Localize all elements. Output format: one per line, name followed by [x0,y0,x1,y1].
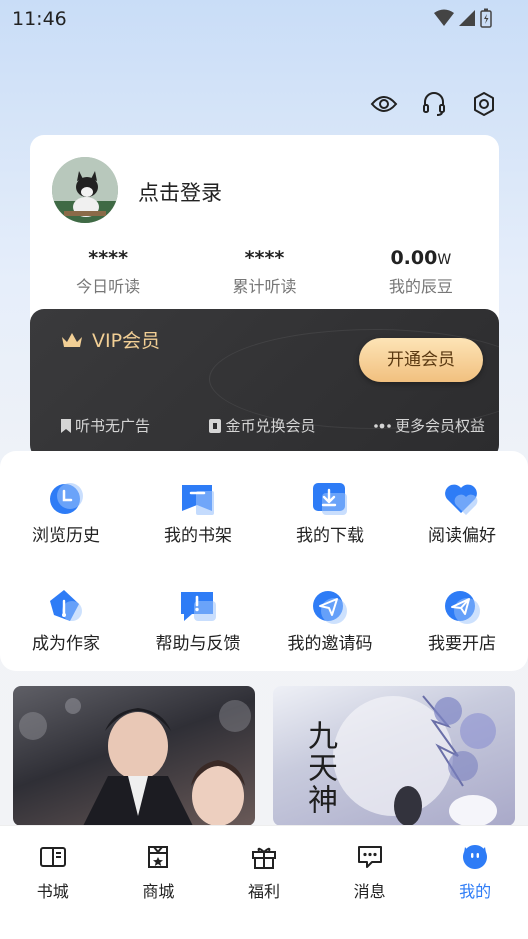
wifi-icon [434,9,454,26]
menu-item-preference[interactable]: 阅读偏好 [396,479,528,573]
feedback-icon [181,592,216,621]
perk-no-ads[interactable]: 听书无广告 [60,415,150,436]
tab-bookstore[interactable]: 书城 [0,826,106,939]
profile-face-icon [460,842,490,872]
menu-item-feedback[interactable]: 帮助与反馈 [132,587,264,681]
settings-icon[interactable] [470,90,498,118]
tab-label: 我的 [459,882,492,901]
menu-label: 浏览历史 [32,526,100,546]
signal-icon [459,10,475,26]
invite-code-icon [313,591,347,624]
history-clock-icon [50,483,83,514]
menu-label: 帮助与反馈 [155,634,241,654]
eye-icon[interactable] [370,90,398,118]
perk-label: 金币兑换会员 [225,417,316,435]
tab-mine[interactable]: 我的 [422,826,528,939]
stat-beans[interactable]: 0.00W 我的辰豆 [343,245,499,297]
stat-label: 累计听读 [232,277,297,296]
bookshelf-icon [182,485,214,515]
status-icons [434,8,492,28]
menu-item-download[interactable]: 我的下载 [264,479,396,573]
menu-label: 我的书架 [164,526,232,546]
vip-title: VIP会员 [60,326,160,353]
pen-nib-icon [50,590,82,621]
open-shop-icon [445,591,480,624]
perk-label: 听书无广告 [75,417,151,435]
profile-card: 点击登录 **** 今日听读 **** 累计听读 0.00W 我的辰豆 [30,135,499,335]
stat-label: 今日听读 [76,277,141,296]
message-icon [355,842,385,872]
banner-art [19,698,251,826]
tab-label: 消息 [353,882,386,901]
perk-label: 更多会员权益 [394,417,485,435]
tab-welfare[interactable]: 福利 [211,826,317,939]
menu-item-history[interactable]: 浏览历史 [0,479,132,573]
book-open-icon [38,842,68,872]
status-bar: 11:46 [0,0,528,36]
menu-item-invite-code[interactable]: 我的邀请码 [264,587,396,681]
vip-title-text: VIP会员 [92,330,161,352]
download-icon [313,483,347,515]
menu-label: 阅读偏好 [428,526,496,546]
more-dots-icon [374,423,391,428]
open-vip-button[interactable]: 开通会员 [359,338,483,382]
stat-unit: W [437,252,452,268]
menu-label: 我的邀请码 [287,634,373,654]
coin-icon [209,418,222,433]
banner-romance[interactable] [13,686,255,826]
menu-item-open-shop[interactable]: 我要开店 [396,587,528,681]
tab-label: 福利 [247,882,280,901]
crown-icon [62,332,82,347]
gift-icon [249,842,279,872]
menu-label: 我的下载 [296,526,364,546]
stat-today-listen[interactable]: **** 今日听读 [30,245,186,297]
battery-icon [480,8,492,28]
status-time: 11:46 [12,8,67,30]
vip-card[interactable]: VIP会员 开通会员 听书无广告 金币兑换会员 更多会员权益 [30,309,499,459]
stat-total-listen[interactable]: **** 累计听读 [186,245,342,297]
menu-item-bookshelf[interactable]: 我的书架 [132,479,264,573]
stat-value: **** [244,247,285,269]
stat-value: 0.00W [390,247,452,269]
perk-more[interactable]: 更多会员权益 [374,415,485,436]
perk-coin-exchange[interactable]: 金币兑换会员 [208,415,316,436]
heart-icon [445,484,478,515]
header-actions [370,90,498,118]
avatar[interactable] [52,157,118,223]
menu-label: 我要开店 [428,634,496,654]
menu-item-become-writer[interactable]: 成为作家 [0,587,132,681]
menu-card: 浏览历史 我的书架 我的下载 阅读偏好 成为作家 帮助与反馈 我的邀请码 我要开… [0,451,528,671]
stat-label: 我的辰豆 [388,277,453,296]
stats-row: **** 今日听读 **** 累计听读 0.00W 我的辰豆 [30,245,499,297]
bookmark-icon [61,418,71,433]
tab-label: 商城 [142,882,175,901]
menu-grid: 浏览历史 我的书架 我的下载 阅读偏好 成为作家 帮助与反馈 我的邀请码 我要开… [0,479,528,681]
tab-mall[interactable]: 商城 [106,826,212,939]
vip-perks: 听书无广告 金币兑换会员 更多会员权益 [60,415,485,436]
login-prompt[interactable]: 点击登录 [138,177,222,207]
banner-row: 九天神 [13,686,515,826]
shop-bag-icon [143,842,173,872]
banner-title: 九天神 [302,720,337,816]
tab-label: 书城 [36,882,69,901]
stat-value: **** [88,247,129,269]
headset-icon[interactable] [420,90,448,118]
bottom-tab-bar: 书城 商城 福利 消息 我的 [0,825,528,939]
menu-label: 成为作家 [32,634,100,654]
banner-fantasy[interactable]: 九天神 [273,686,515,826]
tab-messages[interactable]: 消息 [317,826,423,939]
